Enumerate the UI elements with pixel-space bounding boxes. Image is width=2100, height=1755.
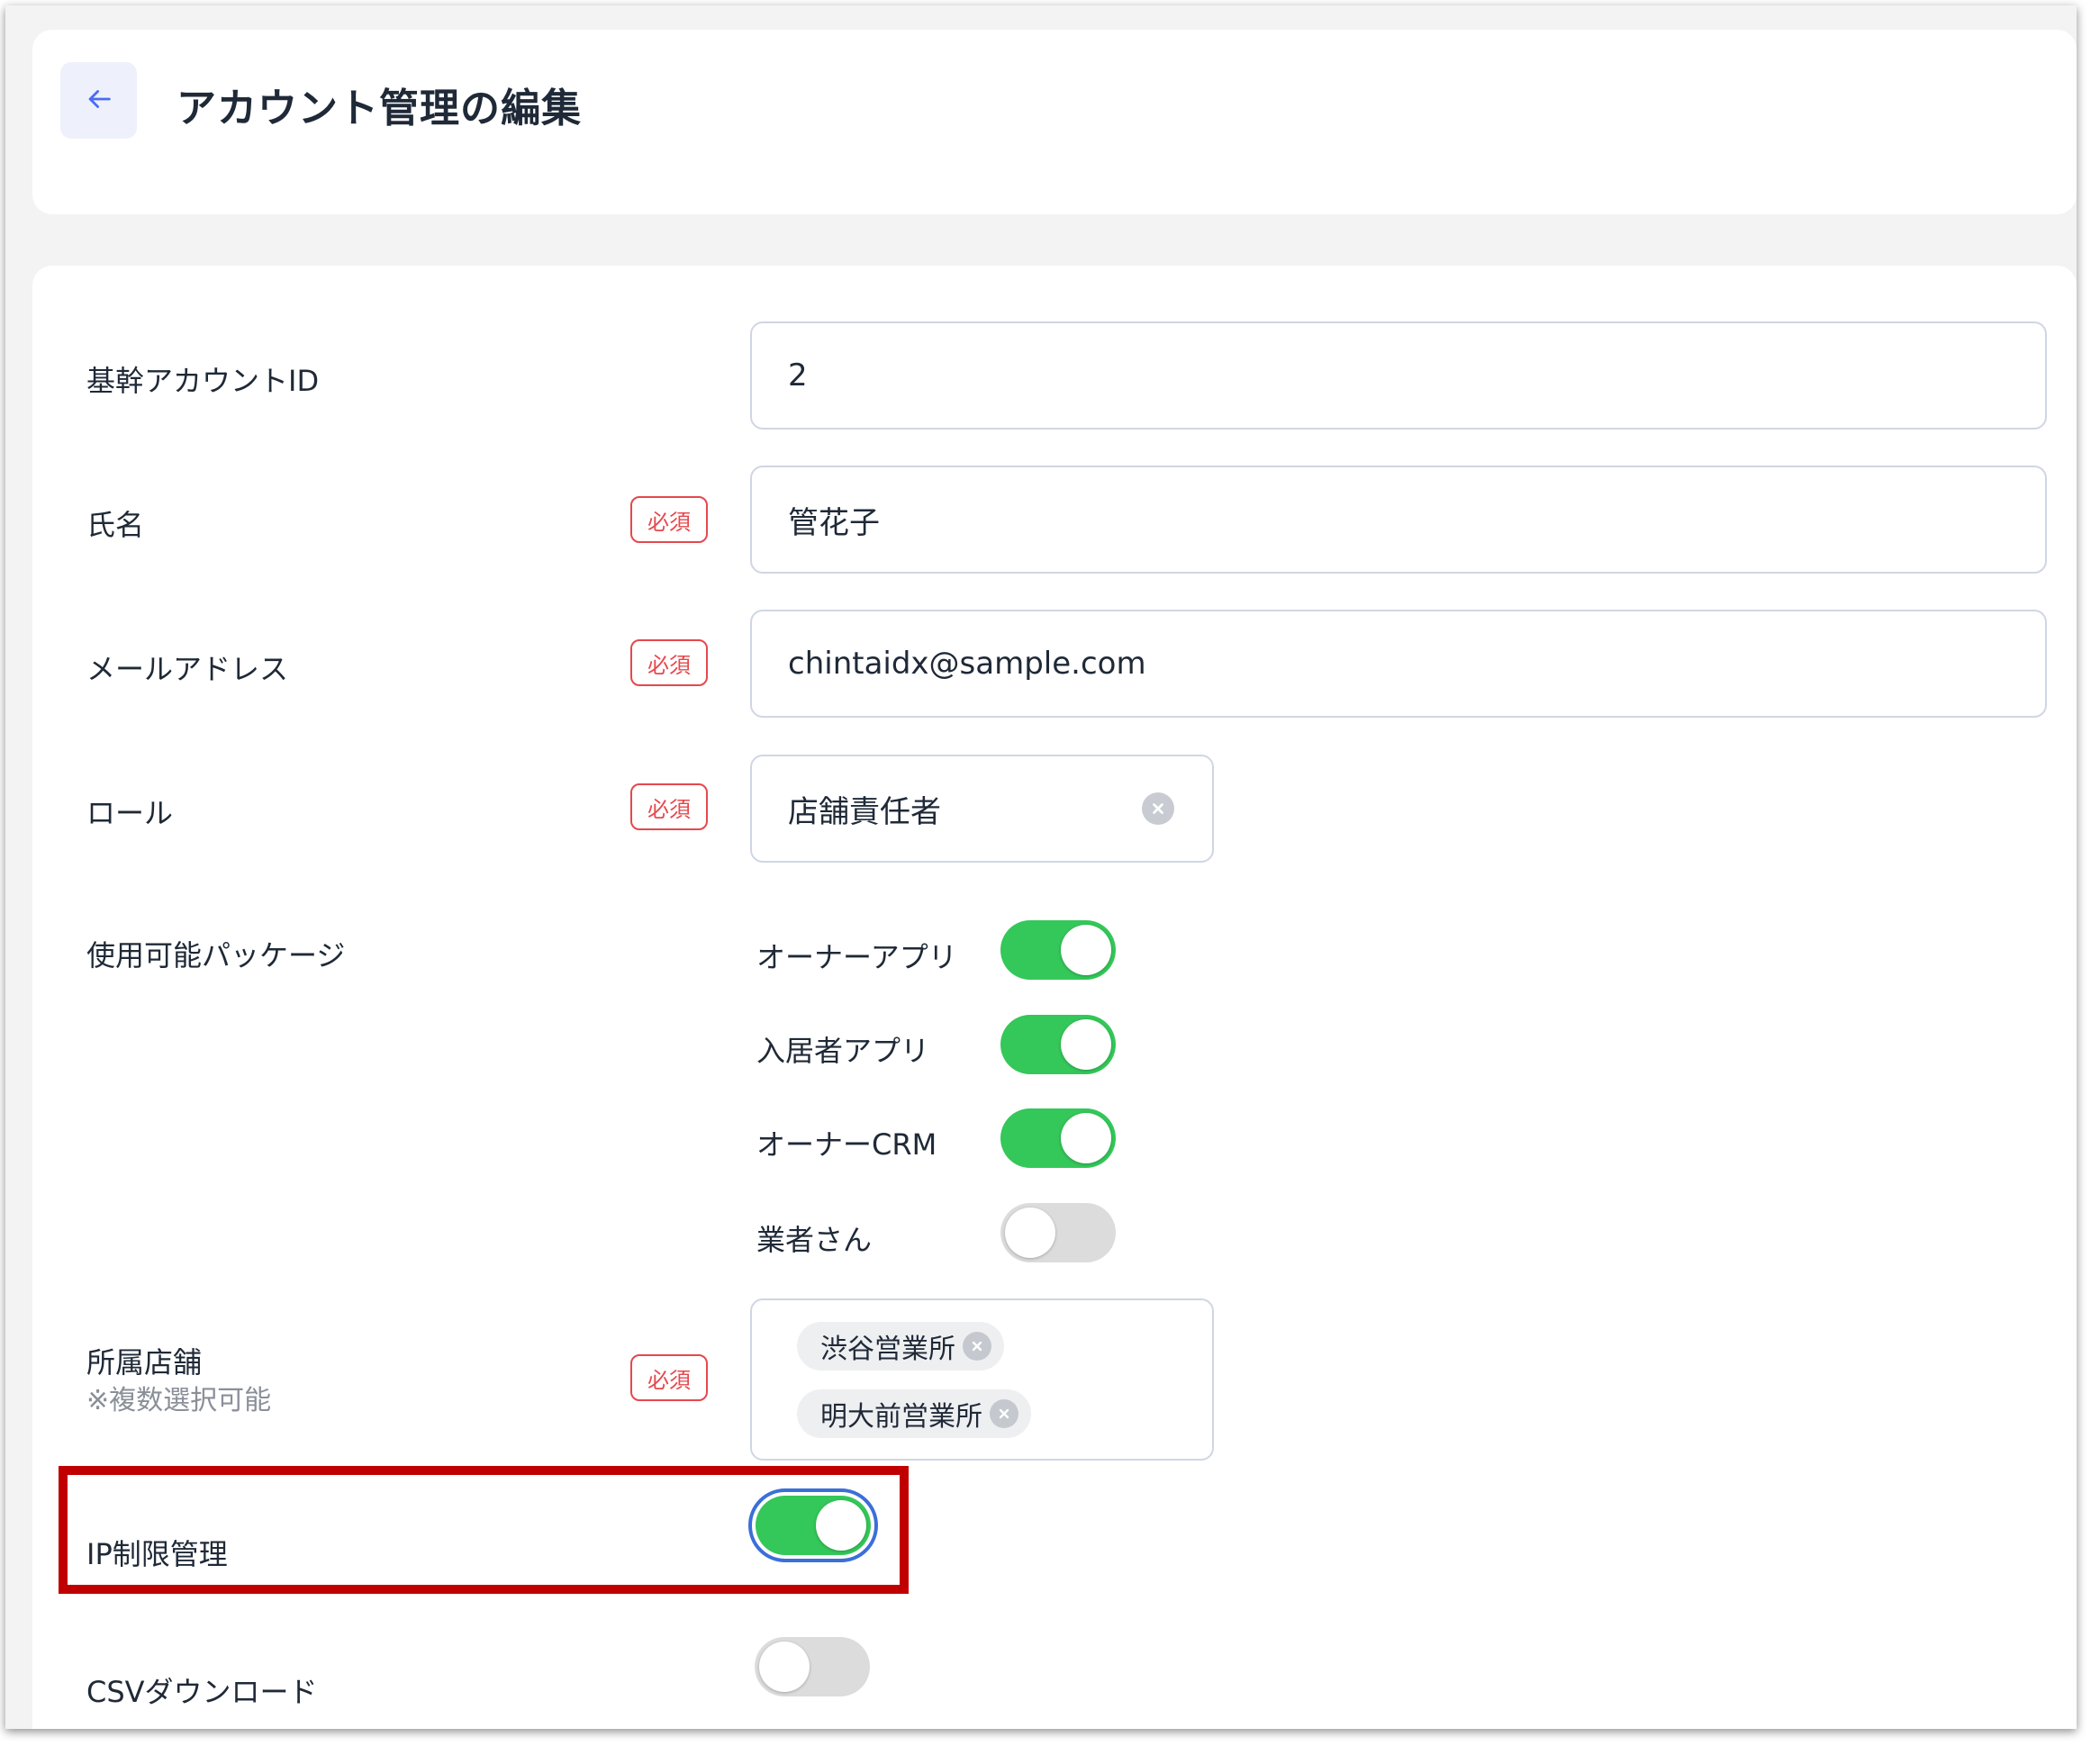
annotation-highlight-box: [59, 1466, 909, 1594]
package-label-contractor: 業者さん: [756, 1223, 873, 1257]
required-badge: 必須: [630, 1354, 708, 1401]
email-label: メールアドレス: [86, 652, 289, 686]
page-title: アカウント管理の編集: [177, 86, 582, 131]
required-badge: 必須: [630, 783, 708, 830]
name-label: 氏名: [86, 508, 145, 542]
stores-multiselect[interactable]: 渋谷営業所 明大前営業所: [750, 1298, 1214, 1461]
owner-crm-toggle[interactable]: [1000, 1108, 1116, 1168]
stores-note: ※複数選択可能: [86, 1385, 272, 1416]
account-id-field[interactable]: [750, 321, 2047, 430]
store-tag: 渋谷営業所: [797, 1322, 1004, 1371]
role-select[interactable]: 店舗責任者: [750, 755, 1214, 863]
name-field[interactable]: [750, 466, 2047, 574]
store-tag: 明大前営業所: [797, 1389, 1031, 1438]
email-field[interactable]: [750, 610, 2047, 718]
email-input[interactable]: [788, 611, 2009, 716]
page-frame: アカウント管理の編集 基幹アカウントID 氏名 必須 メールアドレス 必須 ロー…: [5, 5, 2077, 1729]
packages-label: 使用可能パッケージ: [86, 938, 346, 972]
required-badge: 必須: [630, 639, 708, 686]
store-tag-label: 明大前営業所: [820, 1401, 982, 1433]
package-label-owner-crm: オーナーCRM: [756, 1127, 937, 1162]
toggle-knob: [1005, 1208, 1055, 1258]
owner-app-toggle[interactable]: [1000, 920, 1116, 980]
back-button[interactable]: [60, 62, 137, 139]
account-id-input[interactable]: [788, 323, 2009, 428]
toggle-knob: [759, 1642, 810, 1692]
clear-circle-icon[interactable]: [1142, 792, 1174, 825]
account-id-label: 基幹アカウントID: [86, 364, 320, 398]
toggle-knob: [1061, 1113, 1111, 1163]
contractor-toggle[interactable]: [1000, 1203, 1116, 1262]
stores-label: 所属店舗: [86, 1345, 203, 1380]
name-input[interactable]: [788, 467, 2009, 572]
arrow-left-icon: [84, 84, 114, 118]
store-tag-label: 渋谷営業所: [820, 1334, 955, 1365]
csv-download-label: CSVダウンロード: [86, 1675, 318, 1709]
resident-app-toggle[interactable]: [1000, 1015, 1116, 1074]
required-badge: 必須: [630, 496, 708, 543]
package-label-owner-app: オーナーアプリ: [756, 940, 957, 974]
role-label: ロール: [86, 796, 174, 830]
role-selected-value: 店舗責任者: [788, 793, 941, 830]
toggle-knob: [1061, 925, 1111, 975]
package-label-resident-app: 入居者アプリ: [756, 1034, 930, 1068]
clear-circle-icon[interactable]: [963, 1332, 991, 1361]
clear-circle-icon[interactable]: [990, 1399, 1018, 1428]
toggle-knob: [1061, 1019, 1111, 1070]
csv-download-toggle[interactable]: [755, 1637, 870, 1696]
